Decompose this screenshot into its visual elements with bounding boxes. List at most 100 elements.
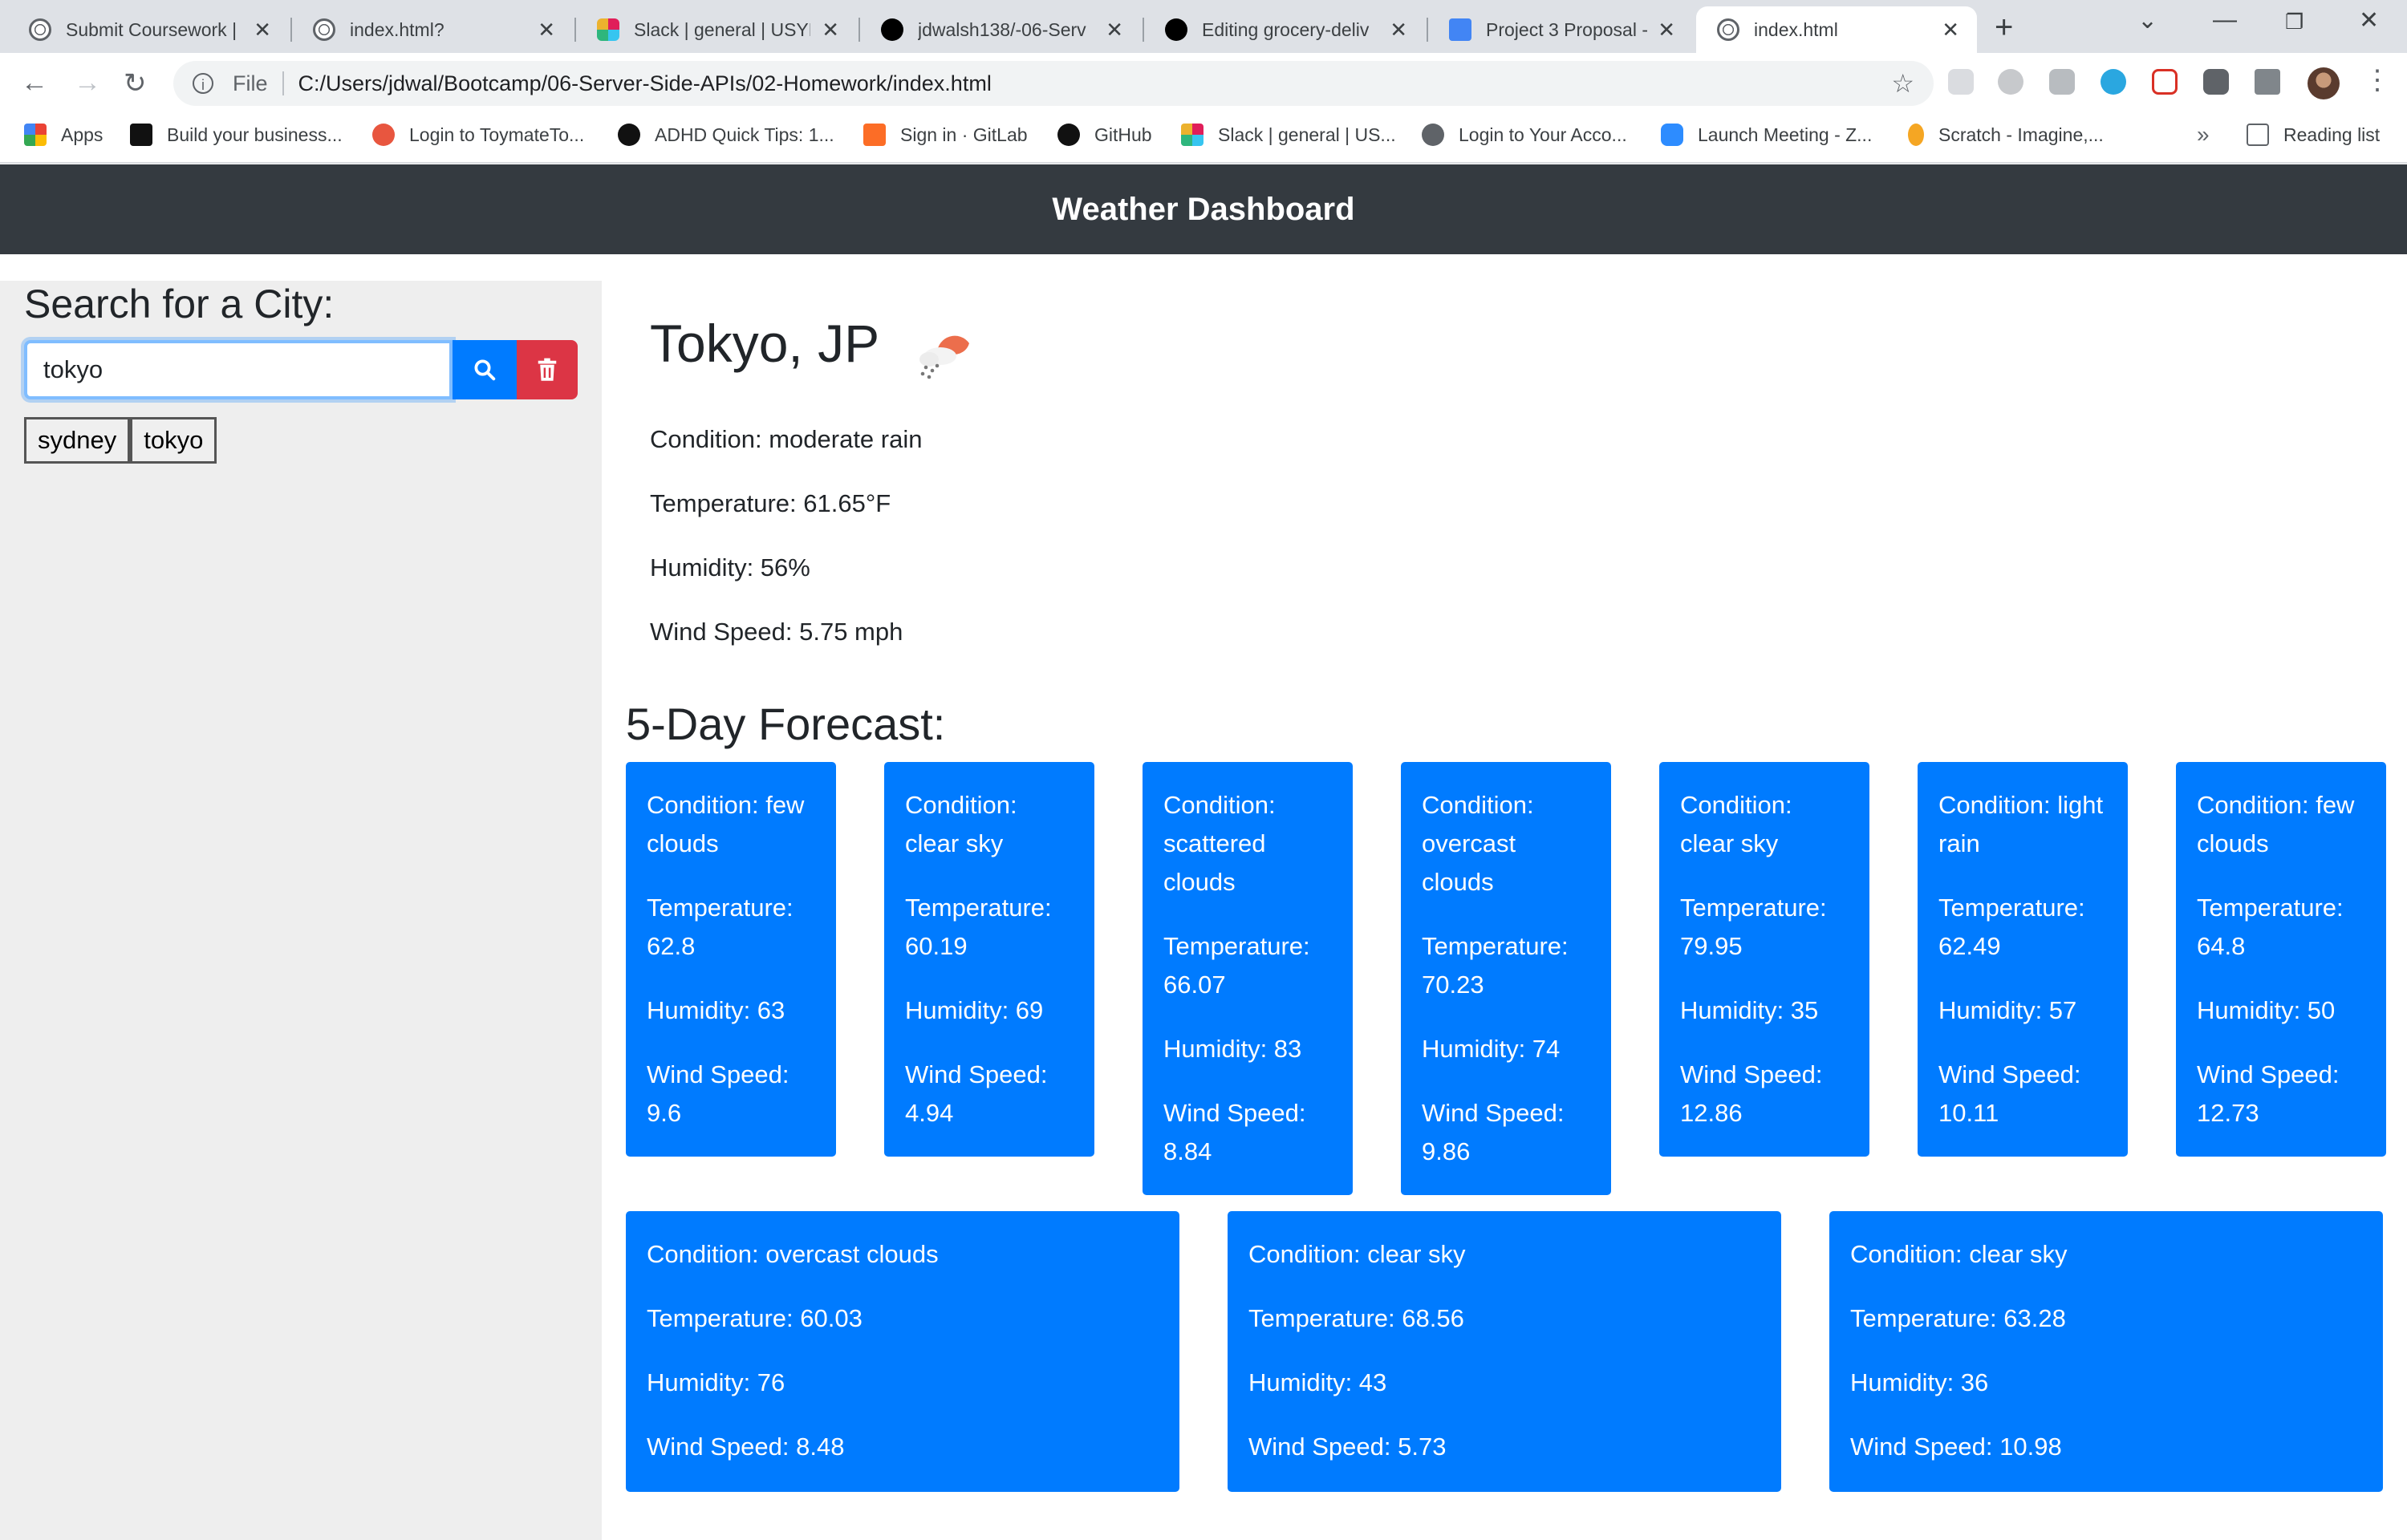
tab-title: index.html [1754, 18, 1838, 40]
scratch-icon [1908, 124, 1924, 146]
new-tab-button[interactable]: + [1995, 10, 2013, 46]
card-temperature: Temperature: 62.8 [647, 894, 794, 960]
record-icon[interactable] [2152, 69, 2178, 95]
back-icon[interactable]: ← [21, 67, 48, 99]
tab-title: Editing grocery-deliv [1202, 18, 1370, 40]
card-temperature: Temperature: 62.49 [1938, 894, 2085, 960]
extension-icon[interactable] [1948, 69, 1974, 95]
bookmark-star-icon[interactable]: ☆ [1891, 68, 1914, 99]
reading-list[interactable]: Reading list [2247, 124, 2380, 146]
bookmark-item[interactable]: Slack | general | US... [1181, 124, 1396, 146]
card-humidity: Humidity: 83 [1163, 1035, 1302, 1063]
address-url[interactable]: C:/Users/jdwal/Bootcamp/06-Server-Side-A… [298, 71, 992, 96]
bookmark-label: GitHub [1094, 124, 1152, 145]
close-icon[interactable]: ✕ [1942, 18, 1959, 43]
card-condition: Condition: few clouds [2197, 791, 2355, 857]
search-sidebar: Search for a City: sydney tokyo [0, 281, 602, 1540]
browser-tab[interactable]: Slack | general | USYD ✕ [576, 6, 857, 53]
close-icon[interactable]: ✕ [254, 18, 271, 43]
search-button[interactable] [453, 340, 517, 399]
forecast-heading: 5-Day Forecast: [626, 699, 946, 749]
card-wind: Wind Speed: 8.84 [1163, 1099, 1306, 1165]
search-heading: Search for a City: [24, 282, 335, 326]
current-wind: Wind Speed: 5.75 mph [650, 618, 903, 646]
media-icon[interactable] [2255, 69, 2280, 95]
bookmark-item[interactable]: Sign in · GitLab [863, 124, 1028, 146]
card-condition: Condition: overcast clouds [1422, 791, 1534, 896]
close-icon[interactable]: ✕ [822, 18, 839, 43]
close-icon[interactable]: ✕ [538, 18, 555, 43]
forecast-card: Condition: overcast clouds Temperature: … [1401, 762, 1611, 1195]
close-icon[interactable]: ✕ [1106, 18, 1123, 43]
extension-icon[interactable] [2049, 69, 2075, 95]
reload-icon[interactable]: ↻ [124, 67, 147, 99]
card-wind: Wind Speed: 9.86 [1422, 1099, 1565, 1165]
docs-icon [1449, 18, 1471, 41]
history-button-tokyo[interactable]: tokyo [130, 417, 217, 464]
browser-tab[interactable]: index.html? ✕ [292, 6, 573, 53]
address-divider [282, 71, 284, 95]
adhd-icon [618, 124, 640, 146]
card-wind: Wind Speed: 12.73 [2197, 1060, 2340, 1127]
city-search-input[interactable] [24, 340, 453, 399]
info-icon[interactable]: i [193, 73, 213, 94]
history-button-sydney[interactable]: sydney [24, 417, 131, 464]
minimize-icon[interactable]: — [2213, 6, 2237, 34]
close-icon[interactable]: ✕ [1658, 18, 1675, 43]
browser-tab[interactable]: jdwalsh138/-06-Serv ✕ [860, 6, 1141, 53]
window-close-icon[interactable]: ✕ [2359, 6, 2379, 34]
menu-icon[interactable]: ⋮ [2364, 64, 2391, 96]
browser-tabstrip: Submit Coursework | ✕ index.html? ✕ Slac… [0, 0, 2407, 53]
extension-icon[interactable] [1998, 69, 2023, 95]
tab-title: jdwalsh138/-06-Serv [918, 18, 1086, 40]
bookmark-label: Scratch - Imagine,... [1938, 124, 2104, 145]
card-temperature: Temperature: 64.8 [2197, 894, 2344, 960]
reading-list-icon [2247, 124, 2269, 146]
card-temperature: Temperature: 70.23 [1422, 932, 1569, 999]
bookmark-item[interactable]: Login to ToymateTo... [372, 124, 584, 146]
bookmark-item[interactable]: Build your business... [130, 124, 343, 146]
browser-tab[interactable]: Editing grocery-deliv ✕ [1144, 6, 1425, 53]
bookmark-item[interactable]: Launch Meeting - Z... [1661, 124, 1872, 146]
bookmark-label: Launch Meeting - Z... [1698, 124, 1873, 145]
browser-tab[interactable]: Project 3 Proposal - ✕ [1428, 6, 1693, 53]
bookmark-item[interactable]: Apps [24, 124, 103, 146]
restore-icon[interactable]: ❐ [2285, 10, 2303, 34]
card-wind: Wind Speed: 10.98 [1850, 1433, 2062, 1461]
bookmark-item[interactable]: Login to Your Acco... [1422, 124, 1627, 146]
card-wind: Wind Speed: 9.6 [647, 1060, 789, 1127]
current-temperature: Temperature: 61.65°F [650, 489, 891, 517]
extension-icon[interactable] [2101, 69, 2126, 95]
bookmark-item[interactable]: GitHub [1057, 124, 1152, 146]
puzzle-icon[interactable] [2203, 69, 2229, 95]
toymate-icon [372, 124, 395, 146]
tab-search-icon[interactable]: ⌄ [2137, 6, 2157, 34]
more-bookmarks-icon[interactable]: » [2197, 122, 2210, 148]
forecast-card: Condition: clear sky Temperature: 79.95 … [1659, 762, 1869, 1157]
globe-icon [1717, 18, 1739, 41]
clear-history-button[interactable] [517, 340, 578, 399]
card-temperature: Temperature: 79.95 [1680, 894, 1827, 960]
tab-title: Project 3 Proposal - [1486, 18, 1648, 40]
slack-icon [1181, 124, 1204, 146]
current-condition: Condition: moderate rain [650, 425, 923, 453]
card-condition: Condition: overcast clouds [647, 1240, 939, 1268]
forecast-card: Condition: few clouds Temperature: 64.8 … [2176, 762, 2386, 1157]
browser-tab[interactable]: Submit Coursework | ✕ [8, 6, 289, 53]
tab-title: Submit Coursework | [66, 18, 237, 40]
forward-icon[interactable]: → [74, 67, 101, 99]
slack-icon [597, 18, 619, 41]
forecast-card: Condition: clear sky Temperature: 68.56 … [1228, 1211, 1781, 1492]
address-scheme: File [233, 71, 268, 95]
forecast-card: Condition: few clouds Temperature: 62.8 … [626, 762, 836, 1157]
bookmark-label: Slack | general | US... [1218, 124, 1396, 145]
bookmarks-bar: Apps Build your business... Login to Toy… [0, 112, 2407, 164]
address-bar[interactable]: i File C:/Users/jdwal/Bootcamp/06-Server… [173, 61, 1934, 106]
close-icon[interactable]: ✕ [1390, 18, 1407, 43]
gitlab-icon [863, 124, 886, 146]
bookmark-item[interactable]: ADHD Quick Tips: 1... [618, 124, 834, 146]
card-humidity: Humidity: 57 [1938, 996, 2077, 1024]
avatar[interactable] [2308, 67, 2340, 99]
browser-tab-active[interactable]: index.html ✕ [1696, 6, 1977, 53]
bookmark-item[interactable]: Scratch - Imagine,... [1908, 124, 2104, 146]
